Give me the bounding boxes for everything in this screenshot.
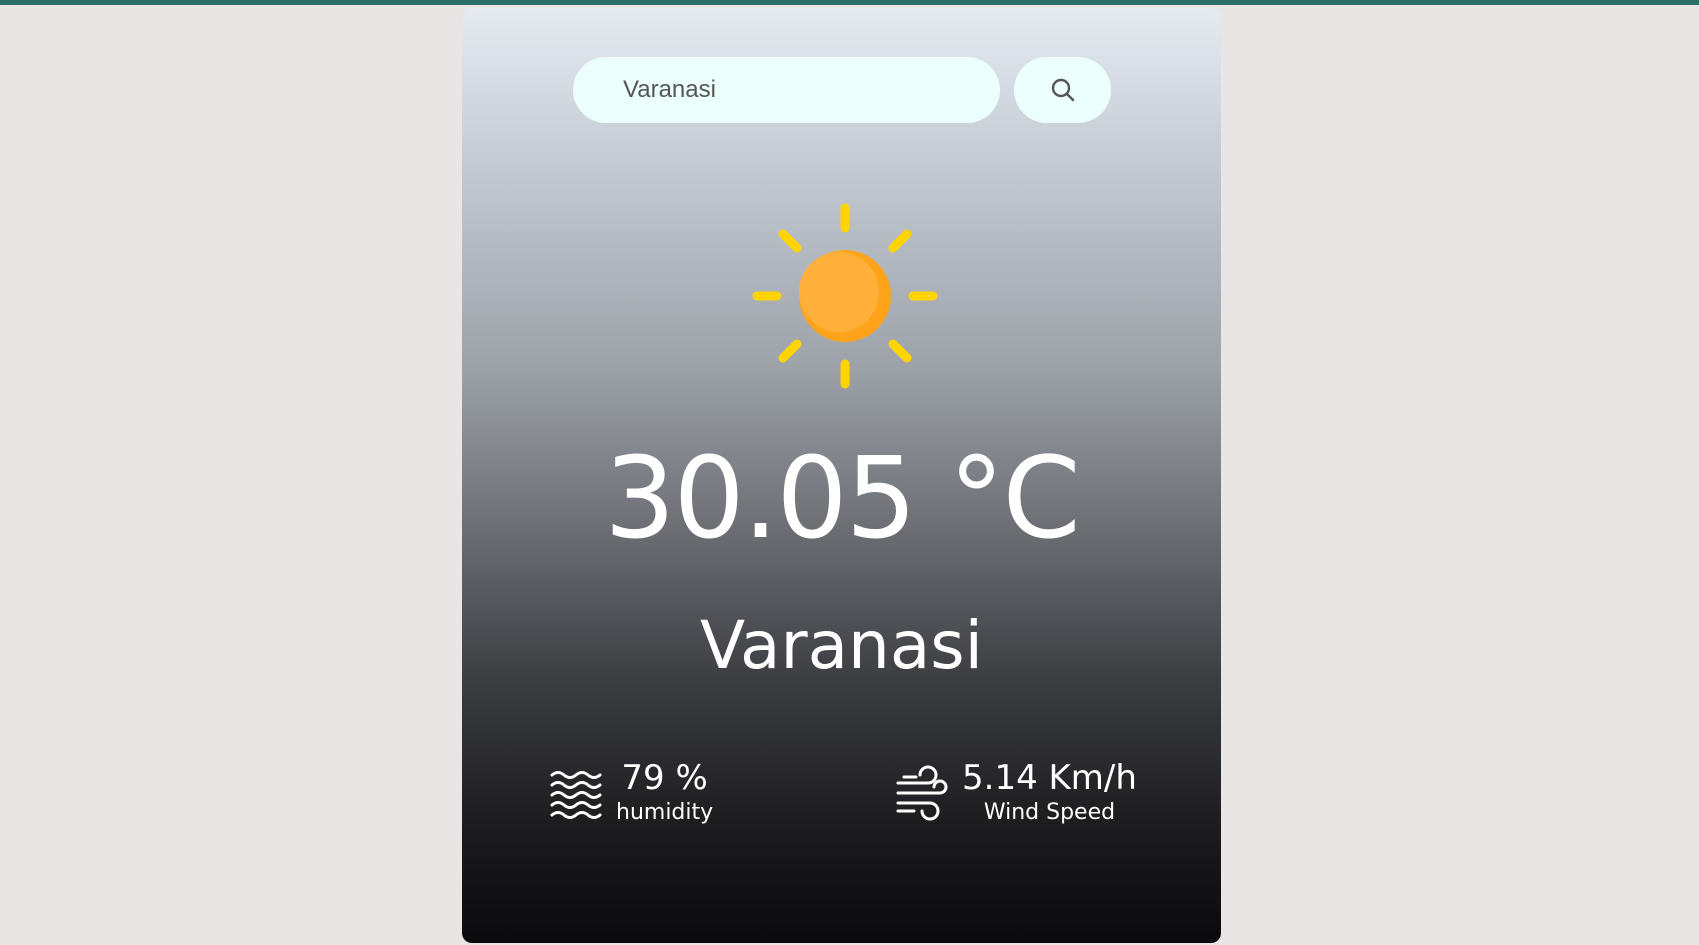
humidity-value: 79 %: [621, 758, 708, 798]
humidity-detail: 79 % humidity: [548, 758, 713, 828]
wind-speed-label: Wind Speed: [983, 800, 1116, 825]
wind-detail: 5.14 Km/h Wind Speed: [894, 758, 1137, 828]
search-icon: [1051, 78, 1074, 102]
wind-icon: [896, 765, 948, 821]
top-border: [0, 0, 1699, 5]
sun-icon: [752, 203, 938, 389]
search-input[interactable]: [573, 57, 1000, 123]
humidity-label: humidity: [616, 800, 714, 825]
temperature: 30.05 °C: [604, 434, 1080, 564]
wind-speed-value: 5.14 Km/h: [962, 758, 1137, 798]
search-button[interactable]: [1014, 57, 1111, 123]
weather-card: 30.05 °C Varanasi 79 % humidity: [462, 8, 1221, 943]
city-name: Varanasi: [699, 607, 984, 684]
humidity-icon: [550, 771, 602, 819]
search-bar: [573, 57, 1111, 123]
